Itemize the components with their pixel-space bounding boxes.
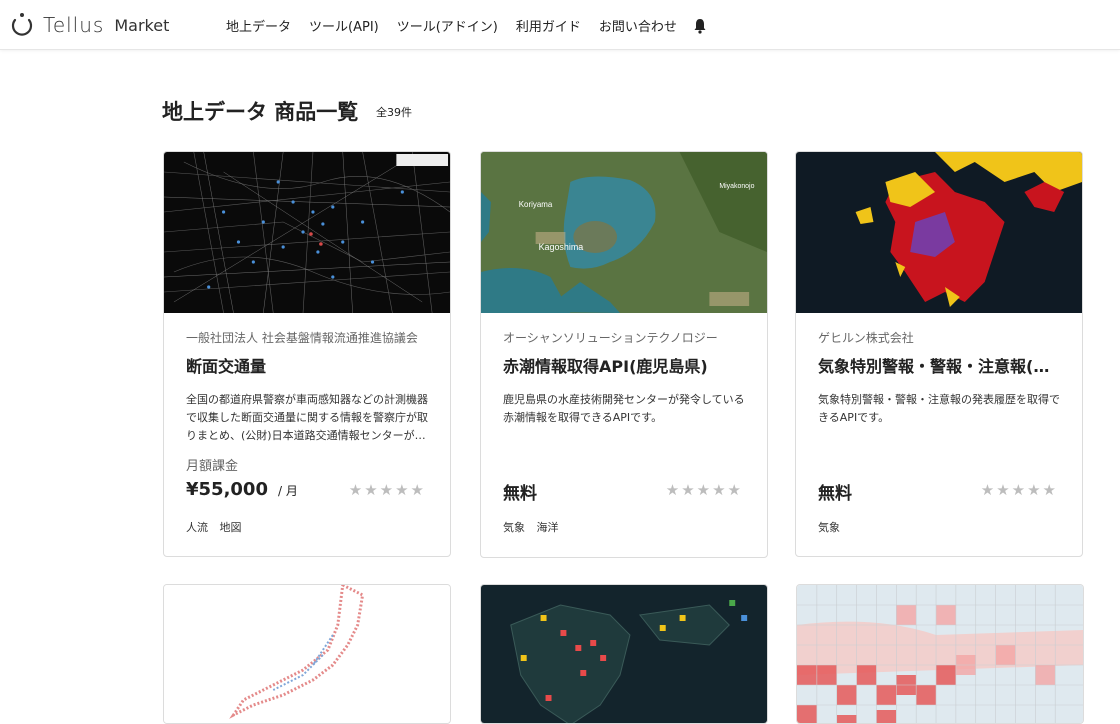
billing-type: 月額課金 xyxy=(186,459,239,474)
product-price: 無料 xyxy=(503,484,537,504)
product-card[interactable]: Koriyama Kagoshima Miyakonojo オーシャンソリューシ… xyxy=(480,151,768,558)
logo-text: Tellus xyxy=(43,13,105,37)
price-value: ¥55,000 xyxy=(186,479,268,500)
product-card[interactable]: 一般社団法人 社会基盤情報流通推進協議会 断面交通量 全国の都道府県警察が車両感… xyxy=(163,151,451,557)
japan-map-image xyxy=(164,585,450,723)
result-count: 全39件 xyxy=(376,106,412,119)
map-label: Miyakonojo xyxy=(719,183,754,190)
product-title[interactable]: 気象特別警報・警報・注意報(アーカイブ) xyxy=(818,353,1062,377)
product-title[interactable]: 赤潮情報取得API(鹿児島県) xyxy=(503,353,747,377)
kyushu-disaster-map-image xyxy=(481,585,767,723)
page-title: 地上データ 商品一覧 xyxy=(162,100,359,124)
tag-list: 気象 海洋 xyxy=(503,519,567,535)
nav-ground-data[interactable]: 地上データ xyxy=(226,16,291,35)
product-card[interactable] xyxy=(480,584,768,724)
product-description: 全国の都道府県警察が車両感知器などの計測機器で収集した断面交通量に関する情報を警… xyxy=(186,393,428,442)
weather-warning-map-image xyxy=(796,152,1082,313)
tag[interactable]: 海洋 xyxy=(537,521,559,534)
logo-subtitle: Market xyxy=(114,15,170,35)
tag-list: 気象 xyxy=(818,519,848,535)
kagoshima-satellite-image: Koriyama Kagoshima Miyakonojo xyxy=(481,152,767,313)
product-card[interactable]: ゲヒルン株式会社 気象特別警報・警報・注意報(アーカイブ) 気象特別警報・警報・… xyxy=(795,151,1083,557)
bell-icon[interactable] xyxy=(693,18,707,34)
price-period: / 月 xyxy=(277,484,298,498)
provider-name: ゲヒルン株式会社 xyxy=(818,331,914,345)
product-card[interactable] xyxy=(163,584,451,724)
product-description: 気象特別警報・警報・注意報の発表履歴を取得できるAPIです。 xyxy=(818,393,1060,424)
top-header: Tellus Market 地上データ ツール(API) ツール(アドイン) 利… xyxy=(0,0,1120,50)
product-price: 無料 xyxy=(818,484,852,504)
product-price: ¥55,000 / 月 xyxy=(186,479,298,500)
provider-name: 一般社団法人 社会基盤情報流通推進協議会 xyxy=(186,331,418,345)
tag[interactable]: 人流 xyxy=(186,521,208,534)
product-card[interactable] xyxy=(796,584,1084,724)
product-title[interactable]: 断面交通量 xyxy=(186,353,430,377)
nav-tools-api[interactable]: ツール(API) xyxy=(309,16,379,35)
tag[interactable]: 気象 xyxy=(503,521,525,534)
rating-stars: ★★★★★ xyxy=(348,481,426,499)
tag[interactable]: 気象 xyxy=(818,521,840,534)
nav-tools-addin[interactable]: ツール(アドイン) xyxy=(397,16,498,35)
provider-name: オーシャンソリューションテクノロジー xyxy=(503,331,718,345)
product-description: 鹿児島県の水産技術開発センターが発令している赤潮情報を取得できるAPIです。 xyxy=(503,393,745,424)
main-nav: 地上データ ツール(API) ツール(アドイン) 利用ガイド お問い合わせ xyxy=(226,0,695,50)
map-label: Kagoshima xyxy=(539,242,584,252)
grid-heatmap-image xyxy=(797,585,1083,723)
logo-mark-icon xyxy=(11,13,33,36)
tag[interactable]: 地図 xyxy=(220,521,242,534)
rating-stars: ★★★★★ xyxy=(980,481,1058,499)
rating-stars: ★★★★★ xyxy=(665,481,743,499)
tag-list: 人流 地図 xyxy=(186,519,250,535)
nav-contact[interactable]: お問い合わせ xyxy=(599,16,677,35)
traffic-map-image xyxy=(164,152,450,313)
nav-guide[interactable]: 利用ガイド xyxy=(516,16,581,35)
logo[interactable]: Tellus Market xyxy=(9,12,169,38)
map-label: Koriyama xyxy=(519,200,553,209)
